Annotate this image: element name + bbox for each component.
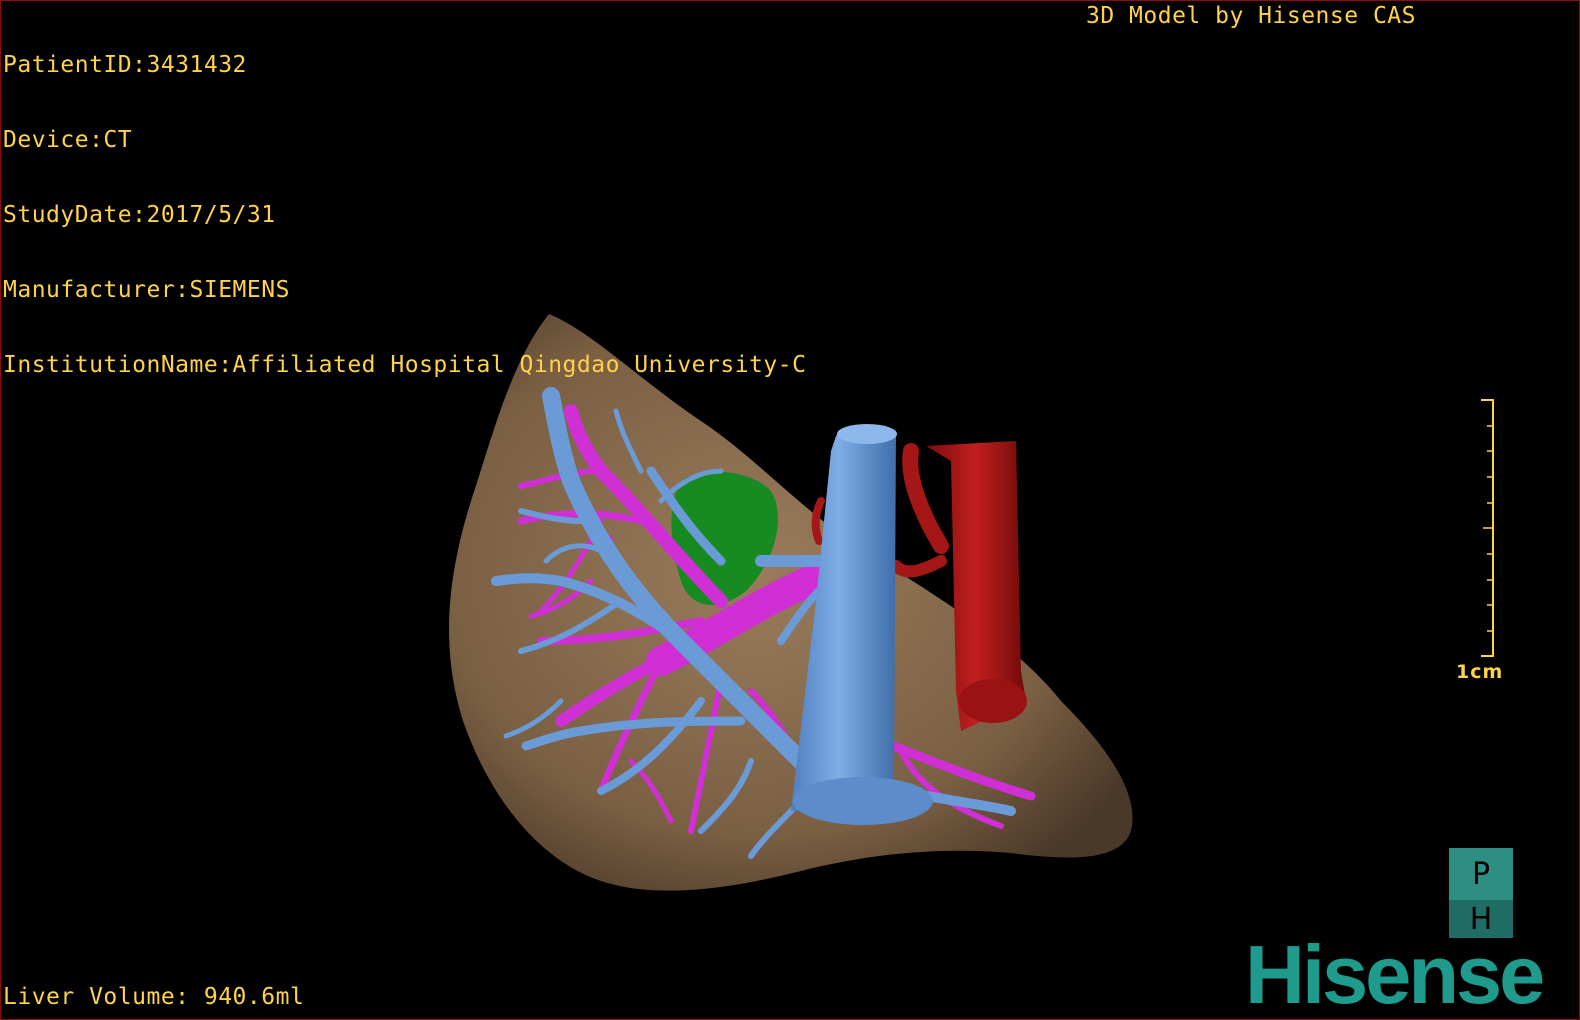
study-date-label: StudyDate:2017/5/31: [3, 202, 276, 228]
manufacturer-label: Manufacturer:SIEMENS: [3, 277, 290, 303]
orientation-cube[interactable]: P H: [1449, 848, 1513, 938]
3d-viewport[interactable]: PatientID:3431432 Device:CT StudyDate:20…: [0, 0, 1580, 1020]
liver-volume-label: Liver Volume: 940.6ml: [3, 984, 305, 1010]
scale-label: 1cm: [1456, 661, 1504, 683]
institution-label: InstitutionName:Affiliated Hospital Qing…: [3, 352, 807, 378]
patient-id-label: PatientID:3431432: [3, 52, 247, 78]
orientation-face-posterior[interactable]: P: [1449, 848, 1513, 900]
device-label: Device:CT: [3, 127, 133, 153]
model-title: 3D Model by Hisense CAS: [1086, 3, 1416, 29]
patient-info-overlay: PatientID:3431432 Device:CT StudyDate:20…: [3, 3, 806, 428]
hisense-logo: Hisense: [1245, 928, 1545, 1020]
scale-bar: [1481, 399, 1494, 657]
